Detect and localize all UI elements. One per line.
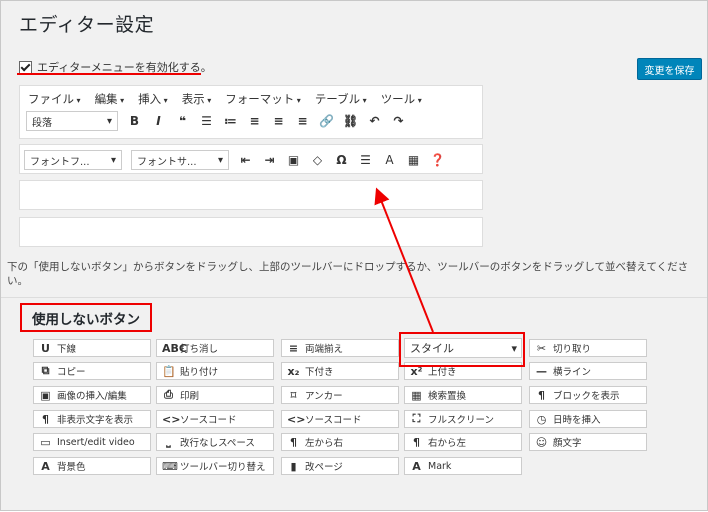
settings-panel: エディター設定 エディターメニューを有効化する。 変更を保存 ファイル 編集 挿… (0, 0, 708, 511)
red-arrow (374, 187, 434, 333)
